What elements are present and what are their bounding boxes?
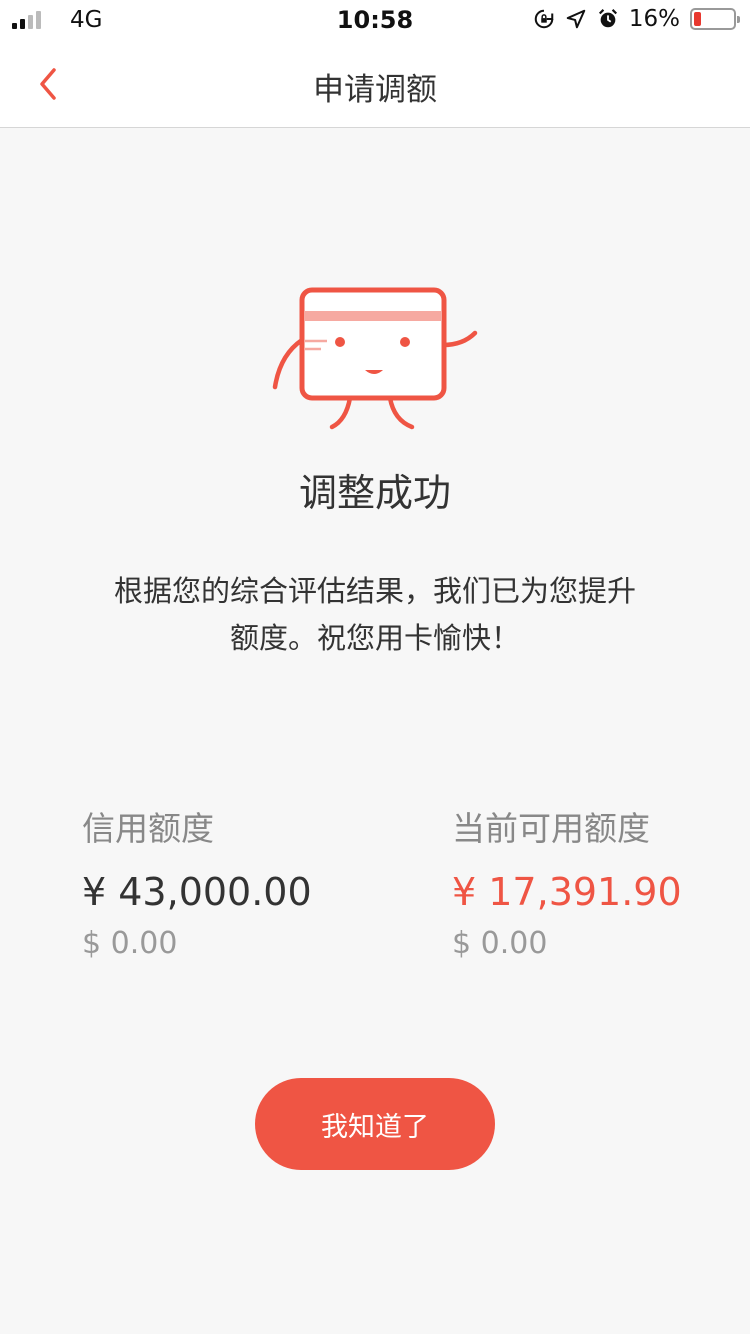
credit-limit-usd: $ 0.00 [82, 926, 178, 961]
battery-icon [690, 8, 740, 30]
credit-limit-cny: ¥ 43,000.00 [82, 870, 312, 914]
navigation-bar: 申请调额 [0, 40, 750, 128]
success-card-mascot-icon [272, 287, 478, 430]
credit-limit-label: 信用额度 [82, 809, 214, 848]
available-limit-usd: $ 0.00 [452, 926, 548, 961]
page-title: 申请调额 [313, 72, 437, 108]
status-bar: 4G 10:58 16% [0, 0, 750, 40]
available-limit-cny: ¥ 17,391.90 [452, 870, 682, 914]
rotation-lock-icon [534, 9, 554, 29]
credit-limit-block: 信用额度 ¥ 43,000.00 $ 0.00 [82, 802, 312, 961]
result-description: 根据您的综合评估结果，我们已为您提升 额度。祝您用卡愉快！ [80, 568, 670, 662]
result-description-line-2: 额度。祝您用卡愉快！ [229, 621, 520, 655]
available-limit-label: 当前可用额度 [452, 809, 650, 848]
available-limit-block: 当前可用额度 ¥ 17,391.90 $ 0.00 [452, 802, 682, 961]
alarm-clock-icon [598, 9, 617, 28]
result-description-line-1: 根据您的综合评估结果，我们已为您提升 [113, 574, 636, 608]
status-right-group: 16% [533, 6, 740, 32]
got-it-button[interactable]: 我知道了 [255, 1078, 495, 1170]
battery-percent: 16% [628, 6, 680, 32]
result-title: 调整成功 [298, 471, 451, 515]
location-arrow-icon [566, 9, 586, 29]
